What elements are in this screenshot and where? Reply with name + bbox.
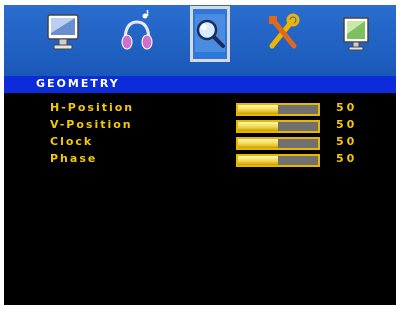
- tab-tools[interactable]: [265, 8, 301, 60]
- setting-value: 50: [336, 152, 358, 165]
- monitor-icon: [47, 14, 79, 50]
- tools-icon: [269, 13, 300, 49]
- osd-menu-window: GEOMETRY H-Position 50 V-Position 50 Clo…: [4, 5, 396, 305]
- setting-slider[interactable]: [236, 103, 320, 116]
- setting-slider[interactable]: [236, 137, 320, 150]
- setting-label: Clock: [50, 135, 94, 148]
- section-title: GEOMETRY: [36, 77, 120, 90]
- tab-display[interactable]: [338, 8, 374, 60]
- section-header: GEOMETRY: [4, 76, 396, 93]
- setting-value: 50: [336, 135, 358, 148]
- setting-row-phase[interactable]: Phase 50: [4, 151, 396, 168]
- setting-slider[interactable]: [236, 120, 320, 133]
- setting-label: Phase: [50, 152, 98, 165]
- menu-tab-bar: [4, 5, 396, 76]
- display-settings-icon: [343, 17, 369, 51]
- tab-geometry[interactable]: [190, 6, 230, 62]
- slider-fill: [238, 139, 278, 148]
- headphones-icon: [121, 10, 153, 50]
- slider-fill: [238, 122, 278, 131]
- slider-fill: [238, 156, 278, 165]
- setting-label: H-Position: [50, 101, 135, 114]
- slider-fill: [238, 105, 278, 114]
- setting-row-h-position[interactable]: H-Position 50: [4, 100, 396, 117]
- setting-value: 50: [336, 101, 358, 114]
- setting-row-clock[interactable]: Clock 50: [4, 134, 396, 151]
- setting-label: V-Position: [50, 118, 133, 131]
- tab-picture[interactable]: [45, 8, 81, 60]
- magnifier-icon: [195, 14, 225, 52]
- setting-row-v-position[interactable]: V-Position 50: [4, 117, 396, 134]
- setting-slider[interactable]: [236, 154, 320, 167]
- tab-audio[interactable]: [118, 8, 154, 60]
- setting-value: 50: [336, 118, 358, 131]
